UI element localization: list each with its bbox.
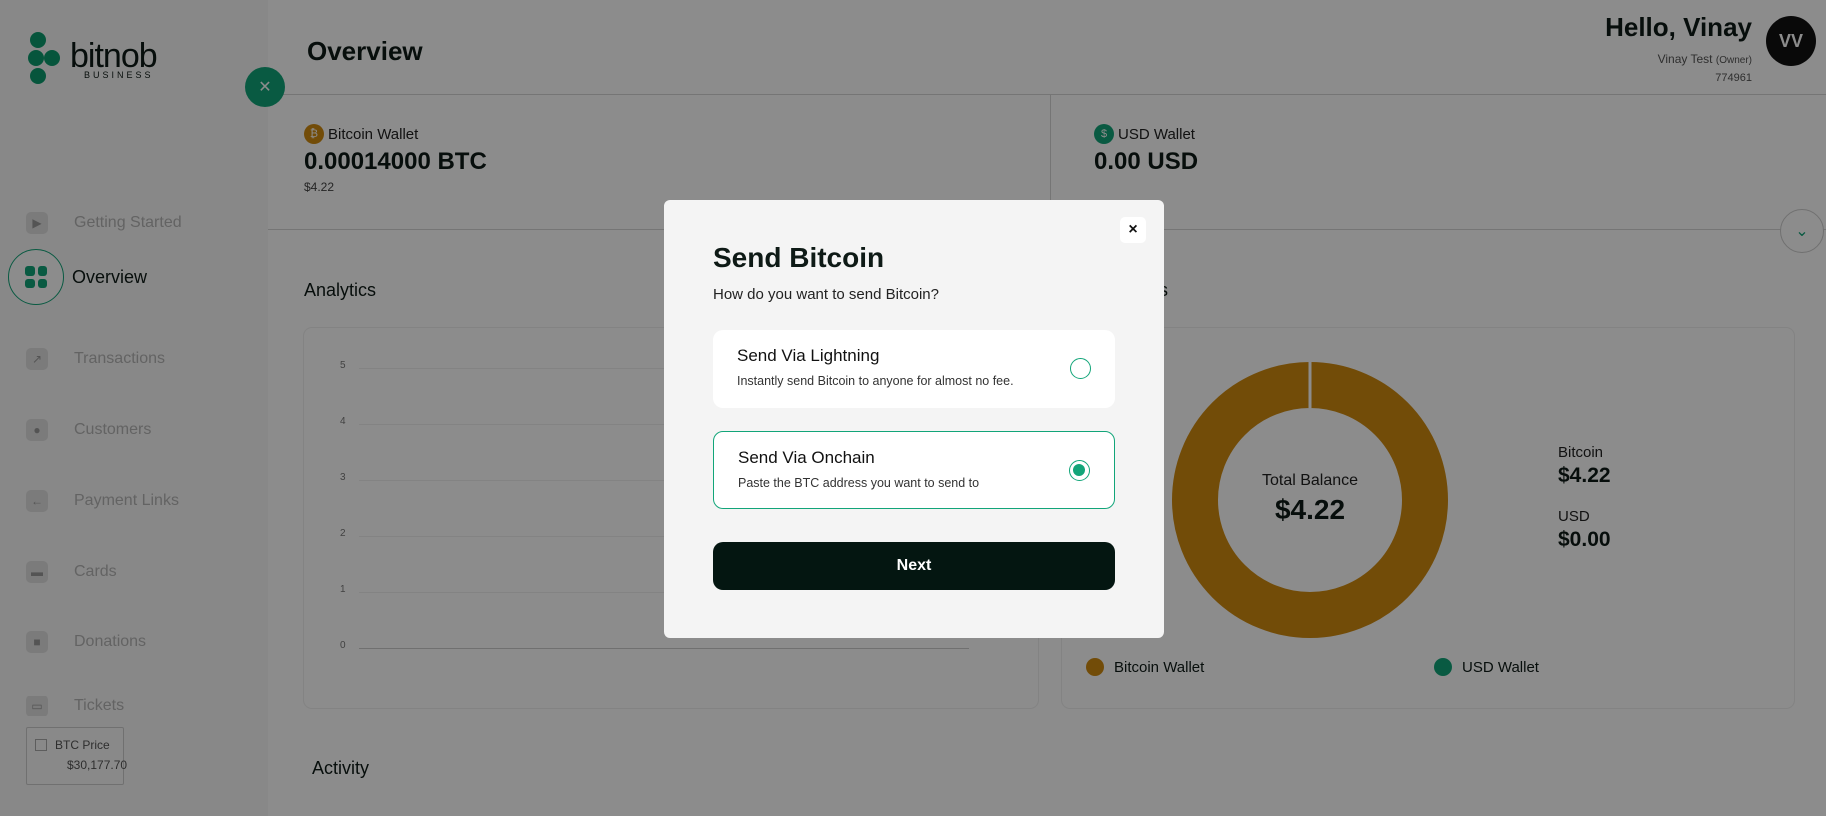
close-icon: × [1128,221,1138,238]
send-bitcoin-modal: × Send Bitcoin How do you want to send B… [664,200,1164,638]
option-description: Instantly send Bitcoin to anyone for alm… [737,374,1014,388]
next-button[interactable]: Next [713,542,1115,590]
send-via-lightning-option[interactable]: Send Via Lightning Instantly send Bitcoi… [713,330,1115,408]
close-modal-button[interactable]: × [1120,217,1146,243]
option-title: Send Via Onchain [738,448,875,467]
modal-title: Send Bitcoin [713,242,885,273]
modal-subtitle: How do you want to send Bitcoin? [713,286,939,303]
send-via-onchain-option[interactable]: Send Via Onchain Paste the BTC address y… [713,431,1115,509]
onchain-radio[interactable] [1069,460,1090,481]
option-title: Send Via Lightning [737,346,880,365]
option-description: Paste the BTC address you want to send t… [738,476,980,490]
lightning-radio[interactable] [1070,358,1091,379]
